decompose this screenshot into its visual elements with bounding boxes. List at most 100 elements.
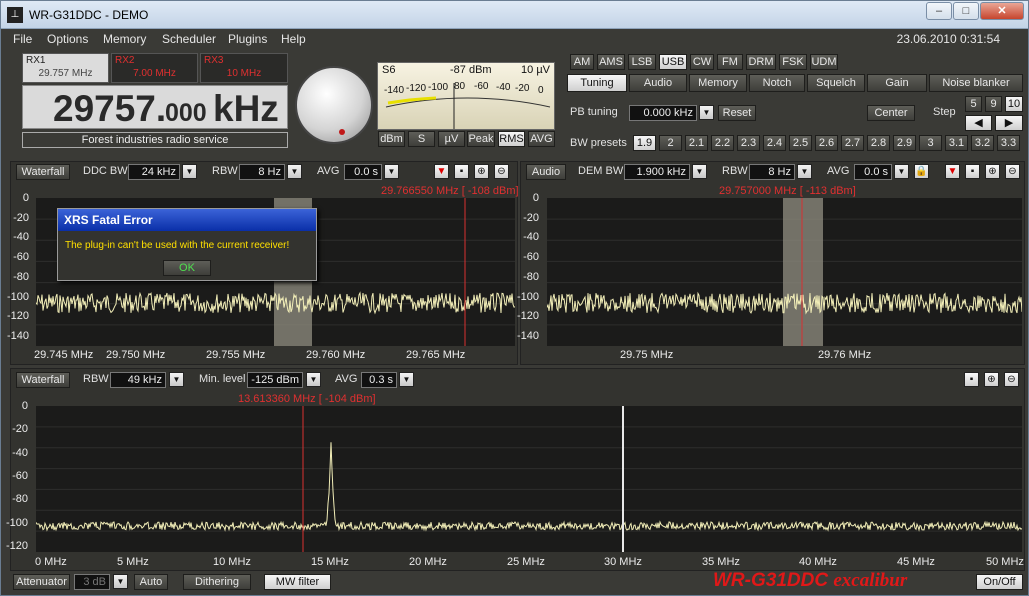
ddc-avg-field[interactable]: 0.0 s xyxy=(344,164,382,180)
bw-preset-button[interactable]: 2.2 xyxy=(711,135,734,151)
tab-rx1[interactable]: RX1 29.757 MHz xyxy=(22,53,109,83)
meter-rms-button[interactable]: RMS xyxy=(498,131,525,147)
ddc-rbw-dropdown-icon[interactable]: ▼ xyxy=(287,164,302,179)
bw-preset-button[interactable]: 2.1 xyxy=(685,135,708,151)
min-level-field[interactable]: -125 dBm xyxy=(247,372,303,388)
on-off-button[interactable]: On/Off xyxy=(976,574,1023,590)
tuning-knob[interactable] xyxy=(295,66,373,144)
tab-tuning[interactable]: Tuning xyxy=(567,74,627,92)
reset-button[interactable]: Reset xyxy=(718,105,756,121)
tab-noise-blanker[interactable]: Noise blanker xyxy=(929,74,1023,92)
step-up-icon[interactable]: ▶ xyxy=(995,115,1023,131)
minimize-button[interactable]: – xyxy=(926,2,952,20)
ddc-bw-field[interactable]: 24 kHz xyxy=(128,164,180,180)
zoom-out-icon[interactable]: ⊖ xyxy=(494,164,509,179)
tab-notch[interactable]: Notch xyxy=(749,74,805,92)
min-level-dropdown-icon[interactable]: ▼ xyxy=(306,372,321,387)
bw-preset-button[interactable]: 2.5 xyxy=(789,135,812,151)
close-button[interactable]: ✕ xyxy=(980,2,1024,20)
meter-dbm-button[interactable]: dBm xyxy=(378,131,405,147)
save-icon[interactable]: ▪ xyxy=(454,164,469,179)
attenuator-button[interactable]: Attenuator xyxy=(13,574,70,590)
ddc-waterfall-button[interactable]: Waterfall xyxy=(16,164,70,180)
dem-avg-field[interactable]: 0.0 s xyxy=(854,164,892,180)
bw-preset-button[interactable]: 1.9 xyxy=(633,135,656,151)
pb-tuning-field[interactable]: 0.000 kHz xyxy=(629,105,697,121)
wide-save-icon[interactable]: ▪ xyxy=(964,372,979,387)
auto-button[interactable]: Auto xyxy=(134,574,168,590)
step-down-icon[interactable]: ◀ xyxy=(965,115,992,131)
tab-squelch[interactable]: Squelch xyxy=(807,74,865,92)
bw-preset-button[interactable]: 3 xyxy=(919,135,942,151)
tab-gain[interactable]: Gain xyxy=(867,74,927,92)
bw-preset-button[interactable]: 3.2 xyxy=(971,135,994,151)
dem-avg-dropdown-icon[interactable]: ▼ xyxy=(894,164,909,179)
dem-audio-button[interactable]: Audio xyxy=(526,164,566,180)
menu-scheduler[interactable]: Scheduler xyxy=(162,32,216,46)
tab-rx3[interactable]: RX3 10 MHz xyxy=(200,53,288,83)
attenuator-field[interactable]: 3 dB xyxy=(74,574,110,590)
bw-preset-button[interactable]: 2.7 xyxy=(841,135,864,151)
wide-rbw-field[interactable]: 49 kHz xyxy=(110,372,166,388)
wide-waterfall-button[interactable]: Waterfall xyxy=(16,372,70,388)
mode-ams-button[interactable]: AMS xyxy=(597,54,625,70)
ddc-avg-dropdown-icon[interactable]: ▼ xyxy=(384,164,399,179)
mode-drm-button[interactable]: DRM xyxy=(746,54,776,70)
tab-rx2[interactable]: RX2 7.00 MHz xyxy=(111,53,198,83)
dem-marker-icon[interactable]: ▼ xyxy=(945,164,960,179)
pb-tuning-dropdown-icon[interactable]: ▼ xyxy=(699,105,714,120)
maximize-button[interactable]: □ xyxy=(953,2,979,20)
step-9-button[interactable]: 9 xyxy=(985,96,1002,112)
dem-zoom-in-icon[interactable]: ⊕ xyxy=(985,164,1000,179)
mode-fsk-button[interactable]: FSK xyxy=(779,54,807,70)
dem-zoom-out-icon[interactable]: ⊖ xyxy=(1005,164,1020,179)
dem-bw-dropdown-icon[interactable]: ▼ xyxy=(692,164,707,179)
menu-plugins[interactable]: Plugins xyxy=(228,32,267,46)
meter-peak-button[interactable]: Peak xyxy=(467,131,495,147)
step-10-button[interactable]: 10 xyxy=(1005,96,1023,112)
bw-preset-button[interactable]: 2.4 xyxy=(763,135,786,151)
wide-avg-field[interactable]: 0.3 s xyxy=(361,372,397,388)
dialog-ok-button[interactable]: OK xyxy=(163,260,211,276)
mode-fm-button[interactable]: FM xyxy=(717,54,743,70)
dithering-button[interactable]: Dithering xyxy=(183,574,251,590)
mode-usb-button[interactable]: USB xyxy=(659,54,687,70)
dem-save-icon[interactable]: ▪ xyxy=(965,164,980,179)
meter-uv-button[interactable]: µV xyxy=(438,131,465,147)
menu-memory[interactable]: Memory xyxy=(103,32,146,46)
bw-preset-button[interactable]: 2.6 xyxy=(815,135,838,151)
bw-preset-button[interactable]: 2 xyxy=(659,135,682,151)
ddc-bw-dropdown-icon[interactable]: ▼ xyxy=(182,164,197,179)
mode-lsb-button[interactable]: LSB xyxy=(628,54,656,70)
dem-rbw-field[interactable]: 8 Hz xyxy=(749,164,795,180)
step-5-button[interactable]: 5 xyxy=(965,96,982,112)
bw-preset-button[interactable]: 2.8 xyxy=(867,135,890,151)
wide-rbw-dropdown-icon[interactable]: ▼ xyxy=(169,372,184,387)
bw-preset-button[interactable]: 2.9 xyxy=(893,135,916,151)
meter-s-button[interactable]: S xyxy=(408,131,435,147)
mode-cw-button[interactable]: CW xyxy=(690,54,714,70)
zoom-in-icon[interactable]: ⊕ xyxy=(474,164,489,179)
wide-avg-dropdown-icon[interactable]: ▼ xyxy=(399,372,414,387)
tab-audio[interactable]: Audio xyxy=(629,74,687,92)
lock-icon[interactable]: 🔒 xyxy=(914,164,929,179)
dem-bw-field[interactable]: 1.900 kHz xyxy=(624,164,690,180)
ddc-rbw-field[interactable]: 8 Hz xyxy=(239,164,285,180)
dem-rbw-dropdown-icon[interactable]: ▼ xyxy=(797,164,812,179)
frequency-display[interactable]: 29757. 000 kHz xyxy=(22,85,288,129)
marker-icon[interactable]: ▼ xyxy=(434,164,449,179)
bw-preset-button[interactable]: 3.1 xyxy=(945,135,968,151)
mode-udm-button[interactable]: UDM xyxy=(810,54,838,70)
menu-options[interactable]: Options xyxy=(47,32,88,46)
mw-filter-button[interactable]: MW filter xyxy=(264,574,331,590)
mode-am-button[interactable]: AM xyxy=(570,54,594,70)
bw-preset-button[interactable]: 2.3 xyxy=(737,135,760,151)
center-button[interactable]: Center xyxy=(867,105,915,121)
wide-zoom-in-icon[interactable]: ⊕ xyxy=(984,372,999,387)
bw-preset-button[interactable]: 3.3 xyxy=(997,135,1020,151)
tab-memory[interactable]: Memory xyxy=(689,74,747,92)
menu-file[interactable]: File xyxy=(13,32,32,46)
meter-avg-button[interactable]: AVG xyxy=(528,131,555,147)
menu-help[interactable]: Help xyxy=(281,32,306,46)
attenuator-dropdown-icon[interactable]: ▼ xyxy=(113,574,128,589)
